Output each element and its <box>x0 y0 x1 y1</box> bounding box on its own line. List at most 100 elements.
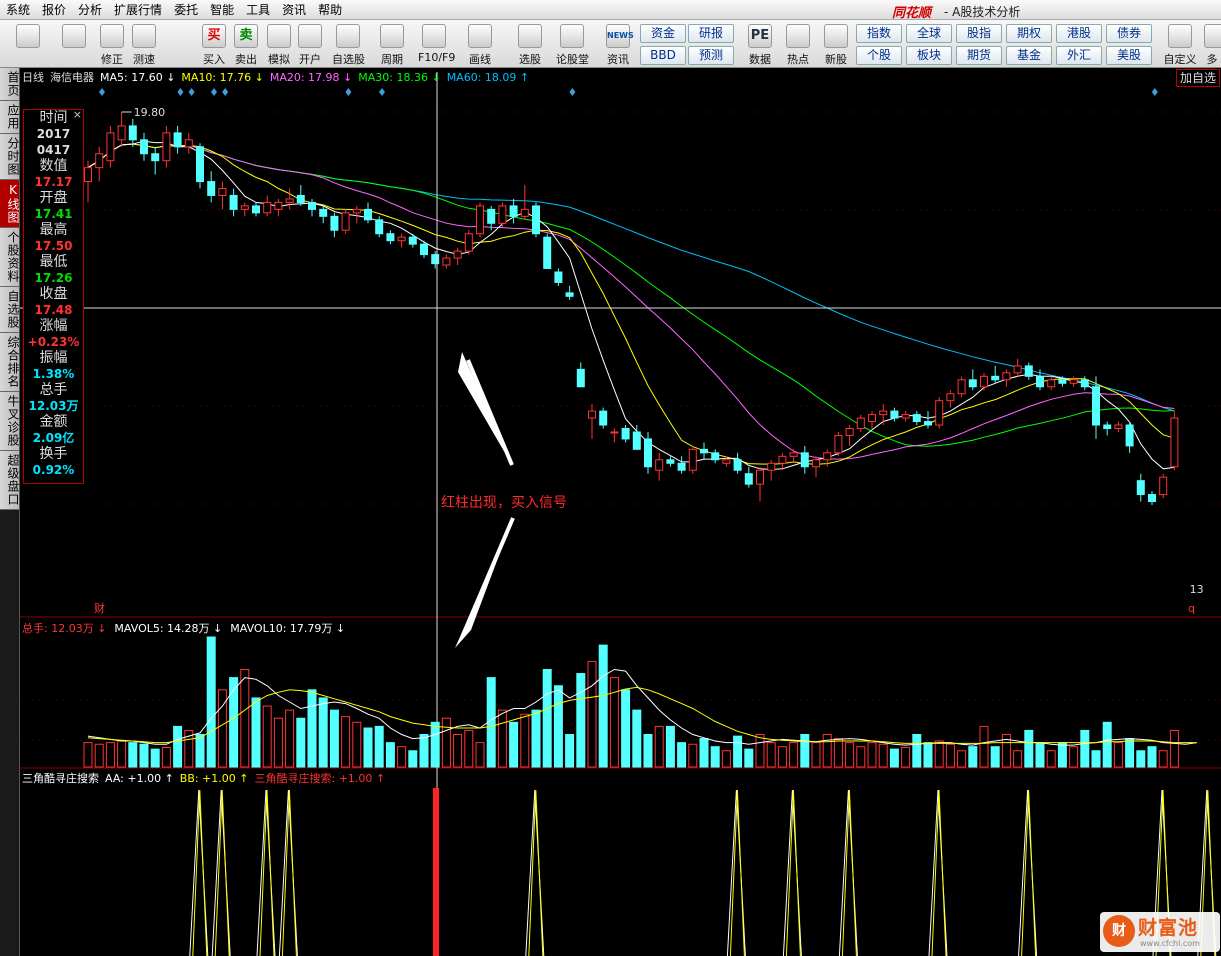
volume-bar <box>83 742 93 768</box>
volume-bar <box>699 738 709 768</box>
event-diamond-icon <box>569 88 576 96</box>
volume-bar <box>1069 746 1079 768</box>
candle-body <box>778 455 787 464</box>
candle-body <box>588 410 596 419</box>
candle-body <box>184 139 193 148</box>
candle-body <box>509 205 518 217</box>
volume-legend: 总手: 12.03万 ↓ MAVOL5: 14.28万 ↓ MAVOL10: 17.… <box>22 620 353 636</box>
event-diamond-icon <box>345 88 352 96</box>
event-diamond-icon <box>222 88 229 96</box>
candle-body <box>151 153 160 162</box>
volume-bar <box>385 742 395 768</box>
candle-body <box>968 379 977 388</box>
watermark-url: www.cfchi.com <box>1140 939 1200 948</box>
volume-bar <box>206 636 216 768</box>
candle-body <box>733 459 742 471</box>
add-favorite-button[interactable]: 加自选 <box>1176 69 1221 87</box>
volume-bar <box>598 644 608 768</box>
candle-body <box>677 462 686 471</box>
candle-body <box>476 205 484 235</box>
candle-body <box>1047 379 1056 388</box>
volume-bar <box>744 748 754 768</box>
candle-body <box>655 459 664 471</box>
volume-bar <box>789 742 799 768</box>
candle-body <box>1092 386 1100 426</box>
watermark-logo-icon: 财 <box>1103 915 1135 947</box>
volume-bar <box>318 697 328 768</box>
volume-bar <box>453 734 463 768</box>
info-key: 收盘 <box>39 286 68 302</box>
candle-body <box>554 271 563 283</box>
candle-body <box>1080 379 1089 388</box>
candle-body <box>644 438 652 468</box>
indicator-legend-item: 三角酷寻庄搜索: +1.00 ↑ <box>254 772 386 785</box>
kline-chart[interactable]: 19.80 13 q <box>0 0 1221 956</box>
volume-bar <box>688 743 698 768</box>
candle-body <box>565 292 574 297</box>
volume-bar <box>251 697 261 768</box>
volume-bar <box>419 734 429 768</box>
volume-bar <box>1102 721 1112 768</box>
volume-bar <box>307 689 317 768</box>
candle-body <box>543 236 552 270</box>
info-key: 总手 <box>39 382 68 398</box>
volume-bar <box>105 742 115 768</box>
volume-bar <box>856 746 866 768</box>
candle-body <box>812 459 820 468</box>
event-diamond-icon <box>99 88 105 96</box>
candle-body <box>1058 379 1067 384</box>
candle-body <box>868 414 876 423</box>
candle-body <box>375 219 384 235</box>
candle-body <box>352 208 361 214</box>
candle-body <box>991 375 1000 381</box>
volume-bar <box>531 709 541 768</box>
event-diamond-icon <box>177 88 184 96</box>
volume-bar <box>128 742 138 768</box>
candle-body <box>420 243 428 256</box>
candle-body <box>520 208 529 217</box>
finance-marker[interactable]: 财 <box>94 600 105 616</box>
close-icon[interactable]: × <box>73 108 82 121</box>
candle-body <box>823 452 832 461</box>
volume-bar <box>811 742 821 768</box>
volume-bar <box>509 721 519 768</box>
candle-body <box>1013 365 1022 374</box>
candle-body <box>1125 424 1134 447</box>
volume-bar <box>934 740 944 768</box>
candle-body <box>386 233 395 242</box>
volume-bar <box>374 725 384 768</box>
volume-legend-item: MAVOL10: 17.79万 ↓ <box>230 622 346 635</box>
ma-legend-item: MA10: 17.76 ↓ <box>181 71 264 84</box>
volume-bar <box>352 721 362 768</box>
volume-bar <box>822 734 832 768</box>
info-value: 17.26 <box>34 271 73 285</box>
info-value: 2.09亿 <box>32 431 75 445</box>
info-key: 金额 <box>39 414 68 430</box>
candle-body <box>464 233 473 252</box>
candle-body <box>487 208 496 224</box>
candle-body <box>756 469 764 485</box>
volume-bar <box>520 713 530 768</box>
candle-body <box>1159 476 1168 496</box>
volume-bar <box>1125 738 1135 768</box>
candle-body <box>621 427 630 440</box>
watermark: 财 财富池 www.cfchi.com <box>1100 912 1220 952</box>
volume-bar <box>1091 750 1101 768</box>
info-key: 换手 <box>39 446 68 462</box>
volume-bar <box>733 735 743 768</box>
info-value: 0.92% <box>32 463 75 477</box>
event-diamond-icon <box>1151 88 1158 96</box>
info-panel: × 时间 2017 0417 数值 17.17 开盘 17.41 最高 17.50 最低 17.26… <box>23 108 84 484</box>
volume-bar <box>161 747 171 768</box>
volume-bar <box>777 746 787 768</box>
candle-body <box>1069 379 1078 384</box>
period-label: 日线 <box>22 71 44 84</box>
indicator-legend: 三角酷寻庄搜索 AA: +1.00 ↑ BB: +1.00 ↑ 三角酷寻庄搜索: +1… <box>22 770 391 786</box>
watermark-name: 财富池 <box>1138 917 1199 939</box>
volume-bar <box>341 716 351 768</box>
volume-bar <box>408 750 418 768</box>
volume-bar <box>553 685 563 768</box>
volume-bar <box>1158 750 1168 768</box>
info-value: 17.48 <box>34 303 73 317</box>
candle-body <box>330 215 339 231</box>
